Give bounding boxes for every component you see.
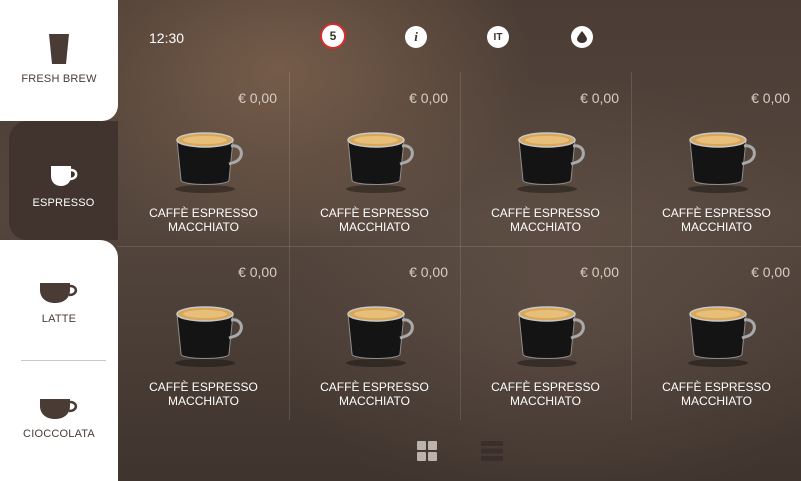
product-tile[interactable]: € 0,00 CAFFÈ ESPRESSO MACCHIATO: [289, 246, 460, 420]
product-tile[interactable]: € 0,00 CAFFÈ ESPRESSO MACCHIATO: [118, 72, 289, 246]
water-drop-glyph: [577, 31, 587, 43]
product-name: CAFFÈ ESPRESSO MACCHIATO: [631, 206, 801, 234]
product-name: CAFFÈ ESPRESSO MACCHIATO: [631, 380, 801, 408]
product-name-line: CAFFÈ ESPRESSO: [662, 206, 771, 220]
product-name-line: CAFFÈ ESPRESSO: [320, 380, 429, 394]
espresso-glass-icon: [517, 132, 585, 193]
water-drop-icon[interactable]: [571, 26, 593, 48]
language-button[interactable]: IT: [487, 26, 509, 48]
product-tile[interactable]: € 0,00 CAFFÈ ESPRESSO MACCHIATO: [289, 72, 460, 246]
product-price: € 0,00: [238, 90, 277, 106]
product-name-line: CAFFÈ ESPRESSO: [320, 206, 429, 220]
product-price: € 0,00: [409, 90, 448, 106]
product-price: € 0,00: [409, 264, 448, 280]
espresso-cup-icon: [50, 166, 77, 186]
product-tile[interactable]: € 0,00 CAFFÈ ESPRESSO MACCHIATO: [118, 246, 289, 420]
product-tile[interactable]: € 0,00 CAFFÈ ESPRESSO MACCHIATO: [631, 246, 801, 420]
product-name-line: CAFFÈ ESPRESSO: [149, 380, 258, 394]
espresso-glass-icon: [175, 132, 243, 193]
product-name-line: MACCHIATO: [339, 220, 410, 234]
sidebar-item-label: FRESH BREW: [21, 73, 97, 85]
sidebar-item-label: CIOCCOLATA: [23, 428, 95, 440]
info-icon[interactable]: i: [405, 26, 427, 48]
espresso-glass-icon: [688, 306, 756, 367]
product-name-line: MACCHIATO: [510, 394, 581, 408]
category-sidebar: FRESH BREW ESPRESSO LATTE CIOCCOLATA: [0, 0, 118, 481]
top-bar: 12:30 5 i IT: [118, 0, 801, 72]
latte-cup-icon: [40, 283, 78, 303]
espresso-glass-icon: [688, 132, 756, 193]
product-grid: € 0,00 CAFFÈ ESPRESSO MACCHIATO € 0,00 C…: [118, 72, 801, 420]
tall-glass-icon: [49, 34, 69, 64]
product-name-line: CAFFÈ ESPRESSO: [491, 380, 600, 394]
grid-view-icon[interactable]: [415, 439, 439, 463]
product-name-line: MACCHIATO: [168, 394, 239, 408]
product-name-line: MACCHIATO: [339, 394, 410, 408]
espresso-glass-icon: [175, 306, 243, 367]
product-tile[interactable]: € 0,00 CAFFÈ ESPRESSO MACCHIATO: [460, 72, 631, 246]
espresso-glass-icon: [346, 306, 414, 367]
clock: 12:30: [149, 30, 185, 46]
product-name-line: MACCHIATO: [510, 220, 581, 234]
grid-view-glyph: [417, 441, 437, 461]
product-price: € 0,00: [751, 90, 790, 106]
sidebar-item-espresso[interactable]: ESPRESSO: [9, 121, 118, 240]
product-name: CAFFÈ ESPRESSO MACCHIATO: [289, 380, 460, 408]
sidebar-item-label: ESPRESSO: [32, 197, 95, 209]
product-name-line: MACCHIATO: [168, 220, 239, 234]
product-name: CAFFÈ ESPRESSO MACCHIATO: [460, 206, 631, 234]
product-price: € 0,00: [238, 264, 277, 280]
chocolate-cup-icon: [40, 399, 78, 419]
product-tile[interactable]: € 0,00 CAFFÈ ESPRESSO MACCHIATO: [631, 72, 801, 246]
product-tile[interactable]: € 0,00 CAFFÈ ESPRESSO MACCHIATO: [460, 246, 631, 420]
sidebar-item-latte[interactable]: LATTE: [0, 282, 118, 325]
product-price: € 0,00: [580, 90, 619, 106]
espresso-glass-icon: [346, 132, 414, 193]
sidebar-divider: [21, 360, 106, 361]
product-name-line: MACCHIATO: [681, 394, 752, 408]
product-name-line: CAFFÈ ESPRESSO: [491, 206, 600, 220]
list-view-icon[interactable]: [480, 439, 504, 463]
sidebar-item-label: LATTE: [41, 313, 77, 325]
product-price: € 0,00: [580, 264, 619, 280]
list-view-glyph: [481, 441, 503, 461]
sidebar-item-cioccolata[interactable]: CIOCCOLATA: [0, 398, 118, 440]
product-price: € 0,00: [751, 264, 790, 280]
product-name-line: MACCHIATO: [681, 220, 752, 234]
product-name-line: CAFFÈ ESPRESSO: [662, 380, 771, 394]
coffee-machine-screen: FRESH BREW ESPRESSO LATTE CIOCCOLATA 12:…: [0, 0, 801, 481]
espresso-glass-icon: [517, 306, 585, 367]
product-name-line: CAFFÈ ESPRESSO: [149, 206, 258, 220]
product-name: CAFFÈ ESPRESSO MACCHIATO: [289, 206, 460, 234]
product-name: CAFFÈ ESPRESSO MACCHIATO: [460, 380, 631, 408]
notification-badge[interactable]: 5: [320, 23, 346, 49]
sidebar-item-fresh-brew[interactable]: FRESH BREW: [0, 34, 118, 85]
product-name: CAFFÈ ESPRESSO MACCHIATO: [118, 380, 289, 408]
product-name: CAFFÈ ESPRESSO MACCHIATO: [118, 206, 289, 234]
